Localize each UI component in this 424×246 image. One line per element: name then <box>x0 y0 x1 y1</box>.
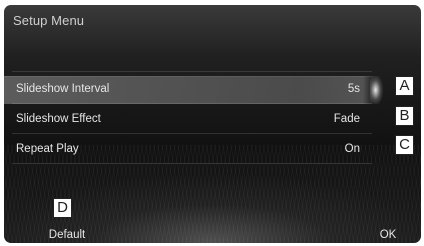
row-divider <box>12 133 372 134</box>
setting-label: Slideshow Interval <box>16 83 110 95</box>
row-divider <box>12 163 372 164</box>
setting-row-repeat-play[interactable]: Repeat Play On <box>4 136 374 164</box>
setting-value: 5s <box>347 83 360 95</box>
setting-row-slideshow-interval[interactable]: Slideshow Interval 5s <box>4 76 384 104</box>
row-divider <box>12 103 372 104</box>
setting-value: Fade <box>333 113 360 125</box>
callout-label-c: C <box>395 135 414 155</box>
setting-row-slideshow-effect[interactable]: Slideshow Effect Fade <box>4 106 374 134</box>
title-divider <box>12 71 372 72</box>
setting-value: On <box>344 143 360 155</box>
setting-label: Repeat Play <box>16 143 79 155</box>
manual-figure: Setup Menu Slideshow Interval 5s Slidesh… <box>0 0 424 246</box>
default-button[interactable]: Default <box>32 226 102 243</box>
setting-label: Slideshow Effect <box>16 113 101 125</box>
ok-button[interactable]: OK <box>368 226 408 243</box>
callout-label-a: A <box>395 76 414 96</box>
callout-label-b: B <box>395 106 414 126</box>
page-title: Setup Menu <box>13 13 85 28</box>
callout-label-d: D <box>53 198 72 218</box>
